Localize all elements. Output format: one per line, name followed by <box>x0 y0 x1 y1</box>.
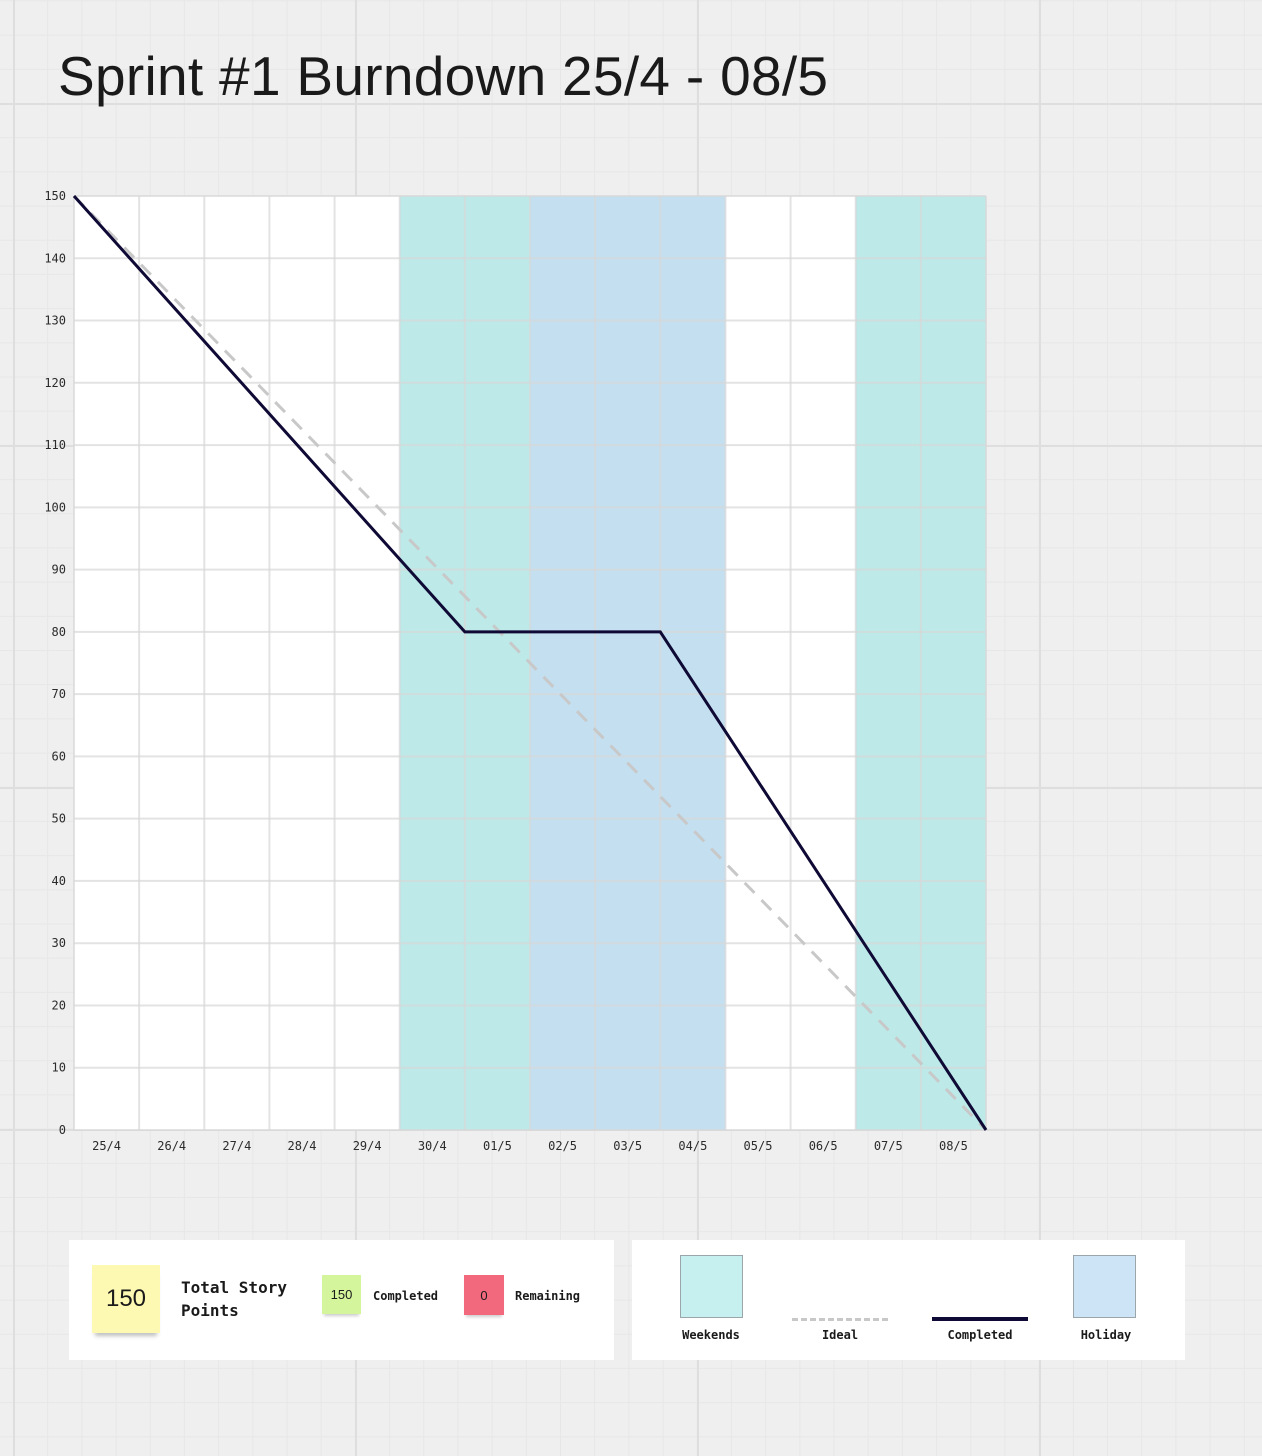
x-tick-label: 06/5 <box>809 1139 838 1153</box>
y-tick-label: 120 <box>44 376 66 390</box>
remaining-label: Remaining <box>515 1289 581 1303</box>
y-tick-label: 40 <box>52 874 66 888</box>
burndown-chart: 0 10 20 30 40 50 60 70 80 90 100 110 120 130 140 150 25/… <box>44 189 988 1153</box>
remaining-sticky[interactable]: 0 <box>464 1275 504 1315</box>
ideal-line-sample <box>792 1318 888 1321</box>
y-tick-label: 150 <box>44 189 66 203</box>
x-tick-label: 03/5 <box>613 1139 642 1153</box>
y-tick-label: 10 <box>52 1061 66 1075</box>
total-story-points-sticky[interactable]: 150 <box>92 1265 160 1333</box>
legend-panel: Weekends Ideal Completed Holiday <box>632 1240 1185 1360</box>
x-tick-label: 28/4 <box>288 1139 317 1153</box>
total-story-points-label: Total Story Points <box>181 1278 287 1320</box>
x-tick-label: 26/4 <box>157 1139 186 1153</box>
x-tick-label: 02/5 <box>548 1139 577 1153</box>
holiday-band <box>530 196 726 1130</box>
y-tick-label: 100 <box>44 500 66 514</box>
x-tick-label: 27/4 <box>222 1139 251 1153</box>
weekends-swatch <box>680 1255 743 1318</box>
completed-line-sample <box>932 1317 1028 1321</box>
y-tick-label: 90 <box>52 563 66 577</box>
summary-panel: 150 Total Story Points 150 Completed 0 R… <box>69 1240 614 1360</box>
y-tick-label: 80 <box>52 625 66 639</box>
y-tick-label: 140 <box>44 251 66 265</box>
legend-ideal-label: Ideal <box>821 1328 859 1342</box>
x-tick-label: 04/5 <box>678 1139 707 1153</box>
y-tick-label: 20 <box>52 998 66 1012</box>
x-tick-label: 01/5 <box>483 1139 512 1153</box>
y-tick-label: 0 <box>59 1123 66 1137</box>
holiday-swatch <box>1073 1255 1136 1318</box>
x-tick-label: 08/5 <box>939 1139 968 1153</box>
legend-completed-label: Completed <box>947 1328 1013 1342</box>
y-tick-label: 30 <box>52 936 66 950</box>
x-tick-label: 25/4 <box>92 1139 121 1153</box>
completed-sticky[interactable]: 150 <box>322 1275 361 1314</box>
completed-label: Completed <box>373 1289 439 1303</box>
legend-weekends-label: Weekends <box>682 1328 740 1342</box>
y-tick-label: 130 <box>44 314 66 328</box>
y-tick-label: 60 <box>52 749 66 763</box>
y-tick-label: 70 <box>52 687 66 701</box>
y-tick-label: 110 <box>44 438 66 452</box>
x-tick-label: 29/4 <box>353 1139 382 1153</box>
y-tick-label: 50 <box>52 812 66 826</box>
legend-holiday-label: Holiday <box>1080 1328 1132 1342</box>
x-tick-label: 30/4 <box>418 1139 447 1153</box>
x-tick-label: 07/5 <box>874 1139 903 1153</box>
x-tick-label: 05/5 <box>744 1139 773 1153</box>
